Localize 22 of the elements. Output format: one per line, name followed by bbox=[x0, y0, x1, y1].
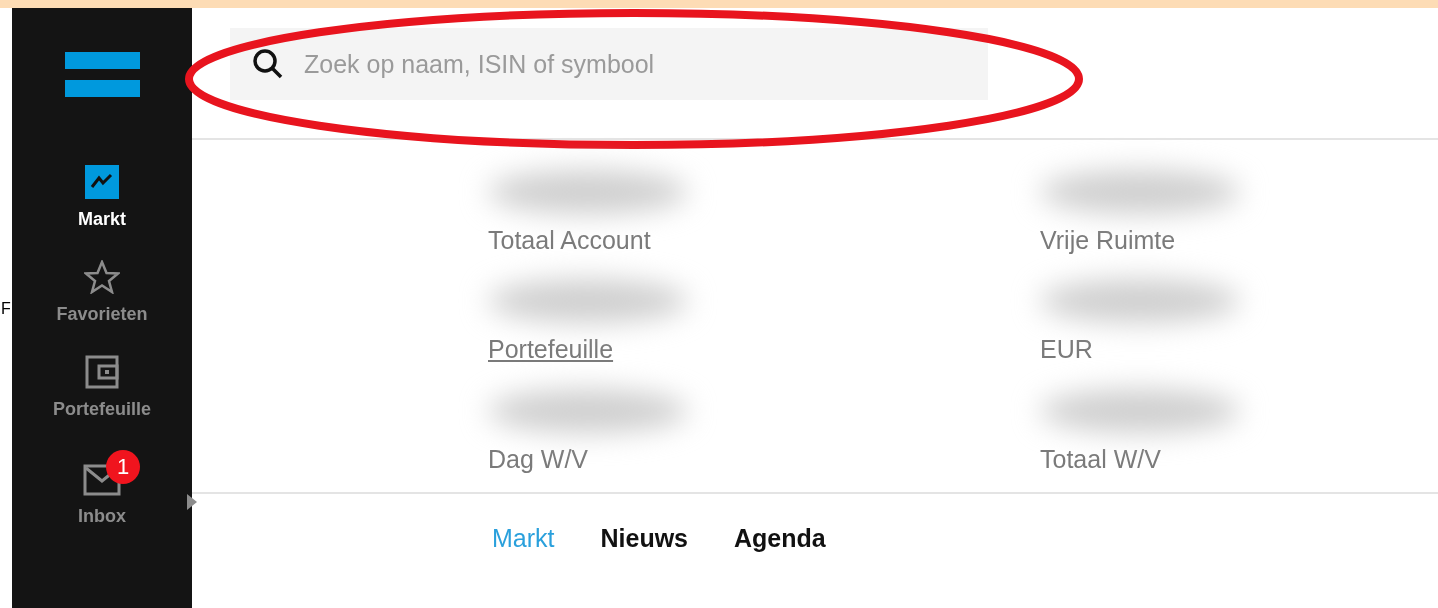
search-icon bbox=[252, 48, 284, 80]
sidebar-item[interactable]: Favorieten bbox=[48, 258, 156, 327]
tab[interactable]: Nieuws bbox=[600, 524, 689, 553]
summary-label: Vrije Ruimte bbox=[1040, 226, 1176, 255]
caret-icon[interactable] bbox=[187, 494, 197, 510]
notification-badge: 1 bbox=[106, 450, 140, 484]
summary-label: Dag W/V bbox=[488, 444, 589, 474]
menu-icon[interactable] bbox=[64, 52, 140, 97]
summary-label: Totaal Account bbox=[488, 226, 651, 255]
sidebar-item[interactable]: Markt bbox=[70, 163, 134, 232]
star-icon bbox=[84, 260, 120, 294]
sidebar-item[interactable]: Portefeuille bbox=[45, 353, 159, 422]
chart-icon bbox=[85, 165, 119, 199]
tab[interactable]: Markt bbox=[492, 524, 555, 553]
tab[interactable]: Agenda bbox=[734, 524, 826, 553]
search-field[interactable]: Zoek op naam, ISIN of symbool bbox=[230, 28, 988, 100]
summary-label: Totaal W/V bbox=[1040, 444, 1161, 474]
summary-label: EUR bbox=[1040, 335, 1093, 365]
wallet-icon bbox=[85, 355, 119, 389]
stray-letter: F bbox=[1, 300, 11, 318]
portfolio-link[interactable]: Portefeuille bbox=[488, 335, 614, 365]
sidebar-item[interactable]: 1 Inbox bbox=[54, 448, 150, 529]
